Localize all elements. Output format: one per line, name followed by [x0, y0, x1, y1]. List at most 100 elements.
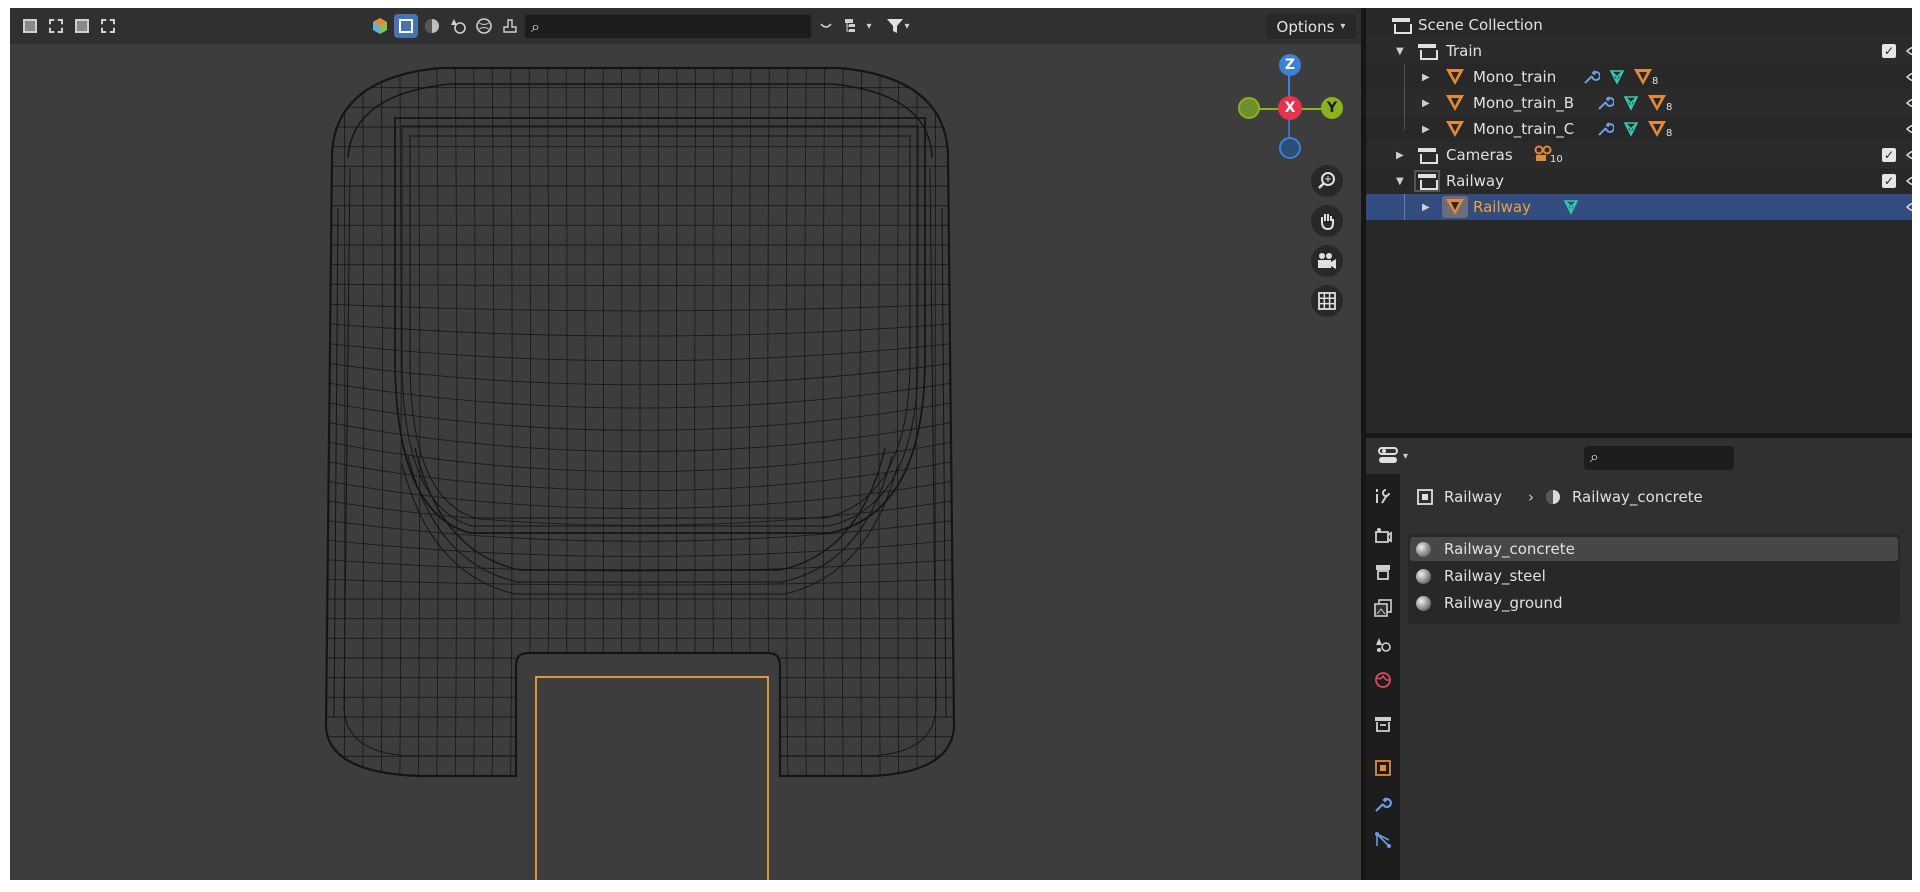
- properties-content: Railway › Railway_concrete Railway_concr…: [1400, 474, 1912, 880]
- outliner-row-cameras[interactable]: ▶ Cameras 10 ✓: [1366, 142, 1912, 168]
- select-mode-subtract-icon[interactable]: [70, 14, 94, 38]
- breadcrumb-object: Railway: [1444, 488, 1502, 506]
- material-slot-item[interactable]: Railway_concrete: [1410, 537, 1898, 561]
- material-object-icon[interactable]: [1634, 69, 1652, 85]
- breadcrumb: Railway › Railway_concrete: [1416, 488, 1703, 506]
- mesh-data-icon[interactable]: [1622, 120, 1640, 138]
- select-mode-intersect-icon[interactable]: [96, 14, 120, 38]
- exclude-checkbox[interactable]: ✓: [1882, 44, 1896, 58]
- outliner-label: Cameras: [1446, 146, 1513, 164]
- render-tab-icon[interactable]: [1370, 522, 1396, 550]
- modifier-count: 8: [1666, 128, 1673, 139]
- outliner-row-mono-train[interactable]: ▶ Mono_train 8: [1366, 64, 1912, 90]
- material-slot-item[interactable]: Railway_steel: [1410, 564, 1898, 588]
- outliner-row-scene-collection[interactable]: Scene Collection: [1366, 12, 1912, 38]
- modifier-count: 8: [1652, 76, 1659, 87]
- particles-tab-icon[interactable]: [1370, 826, 1396, 854]
- breadcrumb-material: Railway_concrete: [1571, 488, 1703, 506]
- gizmo-neg-y-axis[interactable]: [1238, 97, 1260, 119]
- material-slot-label: Railway_steel: [1444, 567, 1546, 585]
- editor-type-dropdown[interactable]: ▾: [1378, 446, 1408, 466]
- exclude-checkbox[interactable]: ✓: [1882, 174, 1896, 188]
- wrench-modifier-icon[interactable]: [1582, 68, 1600, 86]
- modifier-count: 8: [1666, 102, 1673, 113]
- chevron-down-icon: ▾: [1403, 450, 1409, 462]
- expand-triangle-icon[interactable]: ▼: [1396, 46, 1404, 57]
- material-icon: [1545, 490, 1560, 504]
- options-dropdown[interactable]: Options ▾: [1266, 14, 1356, 39]
- material-preview-icon[interactable]: [446, 14, 470, 38]
- wireframe-mesh[interactable]: [10, 44, 1361, 880]
- material-ball-icon: [1416, 568, 1431, 584]
- material-object-icon[interactable]: [1648, 95, 1666, 111]
- outliner-row-mono-train-c[interactable]: ▶ Mono_train_C 8: [1366, 116, 1912, 142]
- filter-funnel-icon[interactable]: ▾: [880, 14, 916, 38]
- outliner-label: Mono_train_C: [1473, 120, 1575, 138]
- viewport-header: ⌕ ▾ ▾ Options ▾: [10, 8, 1361, 44]
- modifier-tab-icon[interactable]: [1370, 790, 1396, 818]
- hierarchy-filter-icon[interactable]: ▾: [840, 14, 876, 38]
- eye-icon[interactable]: [1906, 120, 1912, 138]
- material-ball-icon: [1416, 541, 1431, 557]
- expand-triangle-icon[interactable]: ▶: [1396, 150, 1404, 161]
- mesh-data-icon[interactable]: [1622, 94, 1640, 112]
- outliner-row-railway-collection[interactable]: ▼ Railway ✓: [1366, 168, 1912, 194]
- wireframe-shading-icon[interactable]: [394, 14, 418, 38]
- view-layer-tab-icon[interactable]: [1370, 594, 1396, 622]
- eye-icon[interactable]: [1906, 94, 1912, 112]
- eye-icon[interactable]: [1906, 172, 1912, 190]
- outliner-row-mono-train-b[interactable]: ▶ Mono_train_B 8: [1366, 90, 1912, 116]
- gizmo-neg-z-axis[interactable]: [1279, 137, 1301, 159]
- object-tab-icon[interactable]: [1370, 754, 1396, 782]
- expand-triangle-icon[interactable]: ▶: [1422, 202, 1430, 213]
- material-slot-item[interactable]: Railway_ground: [1410, 591, 1898, 615]
- search-icon: ⌕: [1590, 447, 1599, 466]
- pie-menu-chevron-icon[interactable]: [816, 14, 836, 38]
- eye-icon[interactable]: [1906, 146, 1912, 164]
- collection-icon: [1418, 44, 1438, 60]
- rendered-shading-icon[interactable]: [472, 14, 496, 38]
- tool-tab-icon[interactable]: [1370, 482, 1396, 510]
- properties-search-input[interactable]: ⌕: [1584, 446, 1734, 470]
- mesh-data-icon[interactable]: [1562, 198, 1580, 216]
- mesh-data-icon[interactable]: [1608, 68, 1626, 86]
- mesh-object-icon: [1446, 95, 1464, 111]
- collection-filter-icon[interactable]: [368, 14, 392, 38]
- gizmo-x-axis[interactable]: X: [1278, 96, 1302, 120]
- expand-triangle-icon[interactable]: ▶: [1422, 98, 1430, 109]
- gizmo-z-label: Z: [1284, 57, 1296, 73]
- search-icon: ⌕: [531, 17, 540, 36]
- eye-icon[interactable]: [1906, 198, 1912, 216]
- 3d-viewport[interactable]: ⌕ ▾ ▾ Options ▾ Z X Y: [10, 8, 1361, 880]
- selected-railway-outline[interactable]: [535, 676, 769, 880]
- eye-icon[interactable]: [1906, 42, 1912, 60]
- exclude-checkbox[interactable]: ✓: [1882, 148, 1896, 162]
- output-tab-icon[interactable]: [1370, 558, 1396, 586]
- wrench-modifier-icon[interactable]: [1596, 94, 1614, 112]
- gizmo-z-axis[interactable]: Z: [1279, 54, 1301, 76]
- collection-tab-icon[interactable]: [1370, 710, 1396, 738]
- zoom-icon[interactable]: [1311, 165, 1343, 197]
- material-object-icon[interactable]: [1648, 121, 1666, 137]
- select-mode-extend-icon[interactable]: [44, 14, 68, 38]
- camera-icon[interactable]: [1311, 245, 1343, 277]
- eye-icon[interactable]: [1906, 68, 1912, 86]
- wrench-modifier-icon[interactable]: [1596, 120, 1614, 138]
- select-mode-new-icon[interactable]: [18, 14, 42, 38]
- expand-triangle-icon[interactable]: ▼: [1396, 176, 1404, 187]
- gizmo-y-axis[interactable]: Y: [1321, 97, 1343, 119]
- material-slot-label: Railway_ground: [1444, 594, 1563, 612]
- world-tab-icon[interactable]: [1370, 666, 1396, 694]
- expand-triangle-icon[interactable]: ▶: [1422, 124, 1430, 135]
- collection-icon: [1414, 170, 1440, 192]
- scene-tab-icon[interactable]: [1370, 630, 1396, 658]
- outliner-row-railway-object[interactable]: ▶ Railway: [1366, 194, 1912, 220]
- hand-pan-icon[interactable]: [1311, 205, 1343, 237]
- viewport-search-input[interactable]: ⌕: [524, 14, 812, 39]
- expand-triangle-icon[interactable]: ▶: [1422, 72, 1430, 83]
- material-ball-icon: [1416, 595, 1431, 611]
- viewport-brush-icon[interactable]: [498, 14, 522, 38]
- solid-shading-icon[interactable]: [420, 14, 444, 38]
- outliner-row-train[interactable]: ▼ Train ✓: [1366, 38, 1912, 64]
- grid-icon[interactable]: [1311, 285, 1343, 317]
